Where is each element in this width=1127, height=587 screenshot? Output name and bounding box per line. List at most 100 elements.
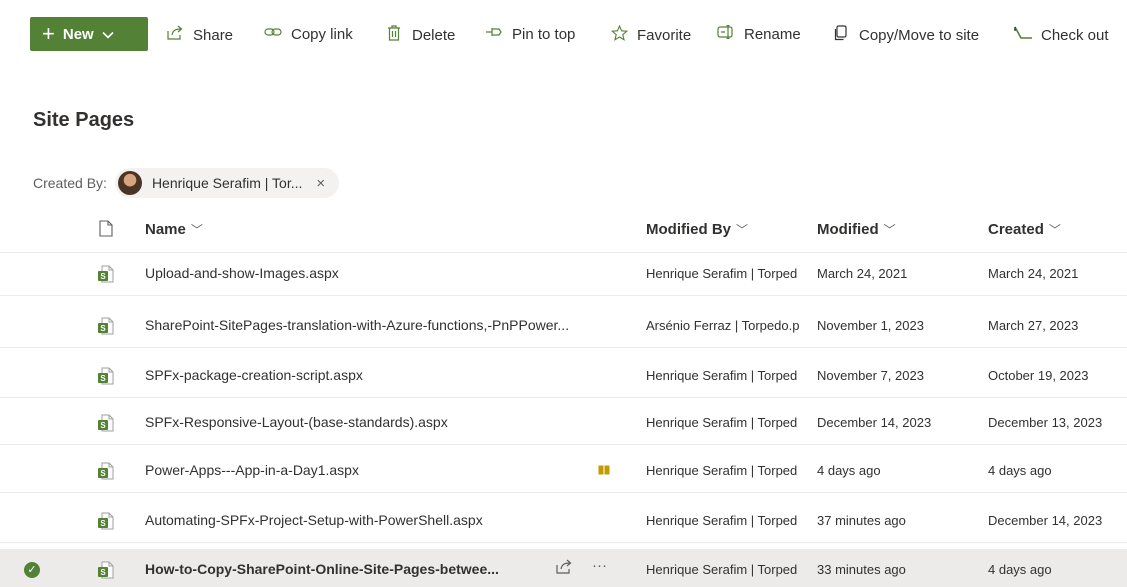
check-out-label: Check out — [1041, 27, 1109, 44]
row-modified-by: Henrique Serafim | Torped — [646, 266, 798, 281]
sharepoint-page-icon: S — [98, 561, 114, 584]
delete-button[interactable]: Delete — [384, 25, 455, 46]
list-header: Name ﹀ Modified By ﹀ Modified ﹀ Created ﹀ — [0, 207, 1127, 253]
pin-icon — [484, 25, 504, 43]
row-modified-by: Arsénio Ferraz | Torpedo.p — [646, 318, 800, 333]
row-created: December 14, 2023 — [988, 513, 1103, 528]
chevron-down-icon: ﹀ — [736, 223, 749, 237]
table-row[interactable]: S Power-Apps---App-in-a-Day1.aspx Henriq… — [0, 450, 1127, 493]
rename-label: Rename — [744, 26, 801, 43]
row-name[interactable]: Automating-SPFx-Project-Setup-with-Power… — [145, 512, 483, 528]
row-modified-by: Henrique Serafim | Torped — [646, 562, 798, 577]
sharepoint-page-icon: S — [98, 414, 114, 437]
row-modified-by: Henrique Serafim | Torped — [646, 368, 798, 383]
column-name-label: Name — [145, 221, 186, 238]
row-created: October 19, 2023 — [988, 368, 1089, 383]
table-row[interactable]: S Automating-SPFx-Project-Setup-with-Pow… — [0, 500, 1127, 543]
new-button-label: New — [62, 25, 94, 43]
share-button[interactable]: Share — [165, 25, 233, 45]
chevron-down-icon: ﹀ — [1048, 223, 1061, 237]
svg-text:S: S — [100, 374, 106, 383]
row-modified: November 7, 2023 — [817, 368, 924, 383]
table-row[interactable]: S SharePoint-SitePages-translation-with-… — [0, 305, 1127, 348]
row-modified: 4 days ago — [817, 463, 881, 478]
filter-bar: Created By: Henrique Serafim | Tor... × — [33, 168, 340, 198]
sharepoint-page-icon: S — [98, 367, 114, 390]
trash-icon — [384, 25, 404, 46]
column-modified-label: Modified — [817, 221, 879, 238]
checkout-icon — [1013, 25, 1033, 46]
row-name[interactable]: SPFx-package-creation-script.aspx — [145, 367, 363, 383]
row-modified-by: Henrique Serafim | Torped — [646, 415, 798, 430]
table-row-selected[interactable]: ✓ S How-to-Copy-SharePoint-Online-Site-P… — [0, 549, 1127, 587]
svg-text:S: S — [100, 519, 106, 528]
chevron-down-icon — [102, 27, 114, 42]
avatar — [117, 171, 142, 195]
column-modified-by[interactable]: Modified By ﹀ — [646, 221, 748, 238]
star-icon — [609, 24, 629, 46]
table-row[interactable]: S SPFx-Responsive-Layout-(base-standards… — [0, 402, 1127, 445]
favorite-label: Favorite — [637, 27, 692, 44]
book-icon — [598, 463, 610, 475]
row-modified: 37 minutes ago — [817, 513, 906, 528]
chevron-down-icon: ﹀ — [883, 223, 896, 237]
checkmark-icon[interactable]: ✓ — [24, 562, 40, 578]
svg-text:S: S — [100, 421, 106, 430]
row-modified: December 14, 2023 — [817, 415, 932, 430]
command-bar: + New Share Copy link Delete Pin to top — [0, 0, 1127, 70]
sharepoint-page-icon: S — [98, 265, 114, 288]
row-created: 4 days ago — [988, 463, 1052, 478]
pin-to-top-button[interactable]: Pin to top — [484, 25, 575, 43]
svg-text:S: S — [100, 324, 106, 333]
column-name[interactable]: Name ﹀ — [145, 221, 203, 238]
row-name[interactable]: SharePoint-SitePages-translation-with-Az… — [145, 317, 569, 333]
column-created-label: Created — [988, 221, 1044, 238]
share-label: Share — [193, 26, 234, 44]
share-icon[interactable] — [556, 559, 573, 578]
row-modified: November 1, 2023 — [817, 318, 924, 333]
copy-link-button[interactable]: Copy link — [263, 25, 353, 43]
svg-text:S: S — [100, 272, 106, 281]
filter-value: Henrique Serafim | Tor... — [151, 175, 303, 191]
row-created: December 13, 2023 — [988, 415, 1103, 430]
sharepoint-page-icon: S — [98, 317, 114, 340]
new-button[interactable]: + New — [30, 17, 148, 51]
copy-move-label: Copy/Move to site — [859, 27, 980, 44]
close-icon[interactable]: × — [316, 175, 325, 192]
rename-button[interactable]: Rename — [716, 24, 801, 44]
table-row[interactable]: S Upload-and-show-Images.aspx Henrique S… — [0, 253, 1127, 296]
row-name[interactable]: Upload-and-show-Images.aspx — [145, 265, 339, 281]
row-modified-by: Henrique Serafim | Torped — [646, 513, 798, 528]
row-name[interactable]: Power-Apps---App-in-a-Day1.aspx — [145, 462, 359, 478]
rename-icon — [716, 24, 736, 44]
row-created: 4 days ago — [988, 562, 1052, 577]
check-out-button[interactable]: Check out — [1013, 25, 1109, 46]
favorite-button[interactable]: Favorite — [609, 24, 692, 46]
svg-text:S: S — [100, 568, 106, 577]
row-modified: March 24, 2021 — [817, 266, 908, 281]
sharepoint-page-icon: S — [98, 512, 114, 535]
column-created[interactable]: Created ﹀ — [988, 221, 1061, 238]
copy-move-button[interactable]: Copy/Move to site — [831, 25, 979, 46]
copy-link-label: Copy link — [291, 25, 353, 43]
row-name[interactable]: How-to-Copy-SharePoint-Online-Site-Pages… — [145, 561, 499, 577]
more-options-icon[interactable]: ··· — [592, 557, 607, 574]
filter-label: Created By: — [33, 175, 107, 191]
row-modified-by: Henrique Serafim | Torped — [646, 463, 798, 478]
page-title: Site Pages — [33, 109, 135, 131]
sharepoint-page-icon: S — [98, 462, 114, 485]
table-row[interactable]: S SPFx-package-creation-script.aspx Henr… — [0, 355, 1127, 398]
column-modified[interactable]: Modified ﹀ — [817, 221, 896, 238]
row-modified: 33 minutes ago — [817, 562, 906, 577]
row-created: March 24, 2021 — [988, 266, 1079, 281]
row-created: March 27, 2023 — [988, 318, 1079, 333]
row-name[interactable]: SPFx-Responsive-Layout-(base-standards).… — [145, 414, 448, 430]
filter-pill[interactable]: Henrique Serafim | Tor... × — [114, 168, 340, 198]
chevron-down-icon: ﹀ — [190, 223, 203, 237]
link-icon — [263, 25, 283, 43]
column-modified-by-label: Modified By — [646, 221, 731, 238]
document-icon[interactable] — [99, 220, 113, 242]
svg-text:S: S — [100, 469, 106, 478]
plus-icon: + — [42, 21, 55, 46]
copy-icon — [831, 25, 851, 46]
